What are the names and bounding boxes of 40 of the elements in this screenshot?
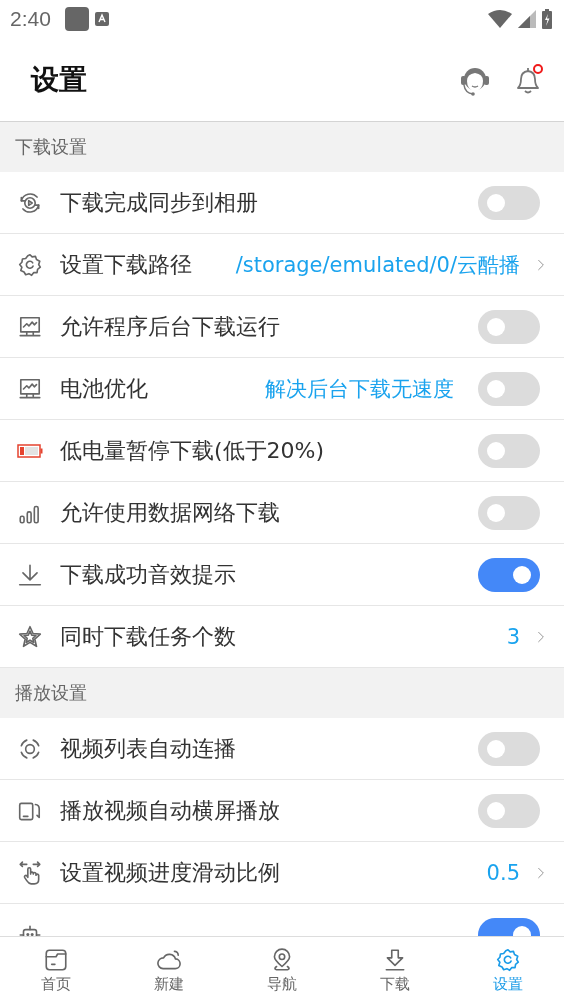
setting-label: 下载成功音效提示 — [60, 560, 236, 589]
nav-tab[interactable]: 首页 — [0, 937, 113, 1004]
setting-label: 电池优化 — [60, 374, 148, 403]
setting-label: 低电量暂停下载(低于20%) — [60, 436, 325, 465]
nav-tab[interactable]: 设置 — [451, 937, 564, 1004]
setting-label: 播放视频自动横屏播放 — [60, 796, 280, 825]
star-icon — [17, 623, 43, 650]
setting-value[interactable]: 3 — [506, 624, 520, 649]
setting-label: 允许使用数据网络下载 — [60, 498, 280, 527]
setting-label: 视频列表自动连播 — [60, 734, 236, 763]
nav-tab[interactable]: 导航 — [225, 937, 339, 1004]
setting-label: 同时下载任务个数 — [60, 622, 236, 651]
folder-icon — [43, 947, 70, 973]
setting-value[interactable]: /storage/emulated/0/云酷播 — [235, 250, 520, 279]
toggle-switch[interactable] — [478, 433, 540, 468]
setting-label: 下载完成同步到相册 — [60, 188, 258, 217]
battery-icon — [542, 9, 552, 29]
wifi-icon — [488, 10, 512, 28]
setting-label: 设置视频进度滑动比例 — [60, 858, 280, 887]
setting-hint[interactable]: 解决后台下载无速度 — [148, 374, 454, 403]
toggle-switch[interactable] — [478, 731, 540, 766]
nav-tab[interactable]: 新建 — [112, 937, 226, 1004]
gear-icon — [494, 947, 521, 973]
swipe-hand-icon — [17, 859, 43, 886]
setting-value[interactable]: 0.5 — [486, 860, 520, 885]
page-title: 设置 — [31, 61, 87, 98]
toggle-switch[interactable] — [478, 793, 540, 828]
toggle-switch[interactable] — [478, 495, 540, 530]
notification-icon — [94, 12, 109, 26]
setting-label: 设置下载路径 — [60, 250, 192, 279]
setting-label: 允许程序后台下载运行 — [60, 312, 280, 341]
toggle-switch[interactable] — [478, 309, 540, 344]
gear-icon — [17, 251, 43, 278]
toggle-switch[interactable] — [478, 371, 540, 406]
signal-icon — [518, 10, 536, 28]
status-time: 2:40 — [10, 7, 51, 31]
toggle-switch[interactable] — [478, 185, 540, 220]
nav-tab[interactable]: 下载 — [338, 937, 452, 1004]
toggle-switch[interactable] — [478, 557, 540, 592]
app-notification-icon — [64, 7, 89, 31]
